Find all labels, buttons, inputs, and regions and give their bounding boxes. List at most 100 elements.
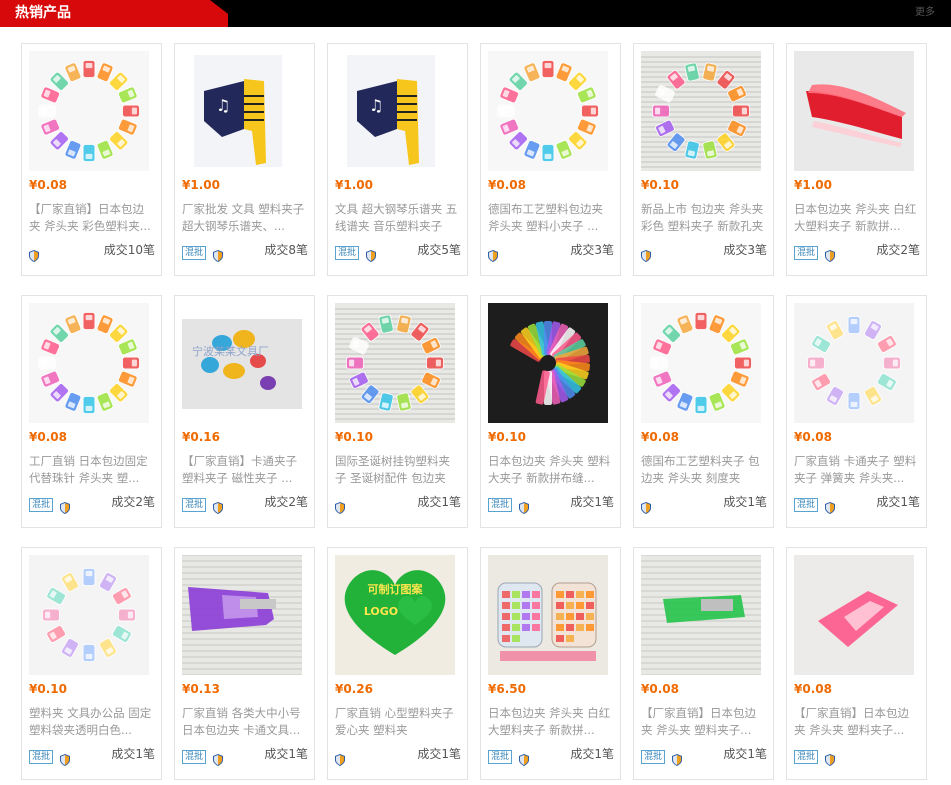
product-title-link[interactable]: 日本包边夹 斧头夹 塑料大夹子 新款拼布缝...: [488, 453, 614, 487]
product-meta: 混批 成交1笔: [29, 746, 155, 766]
product-title-link[interactable]: 日本包边夹 斧头夹 白红大塑料夹子 新款拼...: [488, 705, 614, 739]
product-title-link[interactable]: 文具 超大钢琴乐谱夹 五线谱夹 音乐塑料夹子: [335, 201, 461, 235]
product-card[interactable]: ♫ ¥1.00 文具 超大钢琴乐谱夹 五线谱夹 音乐塑料夹子 混批 成交5笔: [327, 43, 468, 276]
product-meta: 混批 成交2笔: [182, 494, 308, 514]
product-card[interactable]: ¥0.08 厂家直销 卡通夹子 塑料夹子 弹簧夹 斧头夹... 混批 成交1笔: [786, 295, 927, 528]
product-title-link[interactable]: 【厂家直销】卡通夹子 塑料夹子 磁性夹子 ...: [182, 453, 308, 487]
product-price: ¥0.08: [794, 430, 832, 444]
product-image[interactable]: [641, 51, 761, 171]
product-card[interactable]: ¥0.10 塑料夹 文具办公品 固定塑料袋夹透明白色... 混批 成交1笔: [21, 547, 162, 780]
mixed-batch-badge: 混批: [794, 245, 819, 260]
product-image[interactable]: 可制订图案 LOGO: [335, 555, 455, 675]
product-image[interactable]: [335, 303, 455, 423]
product-card[interactable]: ¥0.10 日本包边夹 斧头夹 塑料大夹子 新款拼布缝... 混批 成交1笔: [480, 295, 621, 528]
product-title-link[interactable]: 【厂家直销】日本包边夹 斧头夹 塑料夹子...: [794, 705, 920, 739]
product-card[interactable]: 可制订图案 LOGO ¥0.26 厂家直销 心型塑料夹子 爱心夹 塑料夹 成交1…: [327, 547, 468, 780]
product-card[interactable]: ¥0.13 厂家直销 各类大中小号日本包边夹 卡通文具... 混批 成交1笔: [174, 547, 315, 780]
section-title: 热销产品: [15, 5, 71, 21]
product-title-link[interactable]: 【厂家直销】日本包边夹 斧头夹 塑料夹子...: [641, 705, 767, 739]
product-meta: 成交3笔: [488, 242, 614, 262]
product-image[interactable]: ♫: [335, 51, 455, 171]
sold-count: 成交10笔: [103, 243, 155, 257]
product-meta: 成交1笔: [641, 494, 767, 514]
product-price: ¥0.13: [182, 682, 220, 696]
product-card[interactable]: ¥0.08 【厂家直销】日本包边夹 斧头夹 彩色塑料夹... 成交10笔: [21, 43, 162, 276]
product-image[interactable]: [794, 303, 914, 423]
product-card[interactable]: ¥0.08 德国布工艺塑料包边夹 斧头夹 塑料小夹子 ... 成交3笔: [480, 43, 621, 276]
product-card[interactable]: ¥0.10 国际圣诞树挂钩塑料夹子 圣诞树配件 包边夹 成交1笔: [327, 295, 468, 528]
shield-icon: [29, 247, 39, 262]
product-card[interactable]: ¥0.08 工厂直销 日本包边固定代替珠针 斧头夹 塑... 混批 成交2笔: [21, 295, 162, 528]
shield-icon: [60, 499, 71, 514]
product-title-link[interactable]: 【厂家直销】日本包边夹 斧头夹 彩色塑料夹...: [29, 201, 155, 235]
shield-icon: [213, 247, 224, 262]
watermark-text: 宁波某某文具厂: [192, 344, 269, 358]
product-image[interactable]: ♫: [182, 51, 302, 171]
product-title-link[interactable]: 塑料夹 文具办公品 固定塑料袋夹透明白色...: [29, 705, 155, 739]
product-title-link[interactable]: 厂家直销 各类大中小号日本包边夹 卡通文具...: [182, 705, 308, 739]
shield-icon: [672, 751, 683, 766]
product-image[interactable]: [794, 555, 914, 675]
sold-count: 成交1笔: [570, 747, 614, 761]
product-title-link[interactable]: 厂家直销 卡通夹子 塑料夹子 弹簧夹 斧头夹...: [794, 453, 920, 487]
product-card[interactable]: ¥0.10 新品上市 包边夹 斧头夹 彩色 塑料夹子 新款孔夹 成交3笔: [633, 43, 774, 276]
product-card[interactable]: 宁波某某文具厂 ¥0.16 【厂家直销】卡通夹子 塑料夹子 磁性夹子 ... 混…: [174, 295, 315, 528]
product-title-link[interactable]: 德国布工艺塑料包边夹 斧头夹 塑料小夹子 ...: [488, 201, 614, 235]
product-meta: 混批: [794, 746, 920, 766]
product-price: ¥0.08: [794, 682, 832, 696]
product-image[interactable]: 宁波某某文具厂: [182, 303, 302, 423]
product-meta: 混批 成交5笔: [335, 242, 461, 262]
mixed-batch-badge: 混批: [182, 245, 207, 260]
svg-text:♫: ♫: [216, 96, 230, 115]
mixed-batch-badge: 混批: [488, 749, 513, 764]
product-title-link[interactable]: 日本包边夹 斧头夹 白红大塑料夹子 新款拼...: [794, 201, 920, 235]
product-image[interactable]: [182, 555, 302, 675]
product-image[interactable]: [488, 303, 608, 423]
product-price: ¥0.08: [29, 178, 67, 192]
sold-count: 成交1笔: [111, 747, 155, 761]
svg-text:♫: ♫: [369, 96, 383, 115]
product-image[interactable]: [641, 303, 761, 423]
sold-count: 成交3笔: [570, 243, 614, 257]
sold-count: 成交1笔: [723, 747, 767, 761]
product-image[interactable]: [794, 51, 914, 171]
product-price: ¥0.08: [641, 682, 679, 696]
product-card[interactable]: ¥0.08 德国布工艺塑料夹子 包边夹 斧头夹 刻度夹 成交1笔: [633, 295, 774, 528]
product-image[interactable]: [488, 555, 608, 675]
product-title-link[interactable]: 德国布工艺塑料夹子 包边夹 斧头夹 刻度夹: [641, 453, 767, 487]
product-title-link[interactable]: 厂家直销 心型塑料夹子 爱心夹 塑料夹: [335, 705, 461, 739]
product-image[interactable]: [29, 51, 149, 171]
sold-count: 成交2笔: [264, 495, 308, 509]
product-card[interactable]: ¥6.50 日本包边夹 斧头夹 白红大塑料夹子 新款拼... 混批 成交1笔: [480, 547, 621, 780]
product-meta: 混批 成交1笔: [182, 746, 308, 766]
product-price: ¥1.00: [794, 178, 832, 192]
product-title-link[interactable]: 厂家批发 文具 塑料夹子 超大钢琴乐谱夹、...: [182, 201, 308, 235]
shield-icon: [825, 499, 836, 514]
sold-count: 成交2笔: [876, 243, 920, 257]
product-image[interactable]: [488, 51, 608, 171]
product-title-link[interactable]: 国际圣诞树挂钩塑料夹子 圣诞树配件 包边夹: [335, 453, 461, 487]
product-title-link[interactable]: 工厂直销 日本包边固定代替珠针 斧头夹 塑...: [29, 453, 155, 487]
product-meta: 混批 成交1笔: [488, 494, 614, 514]
product-image[interactable]: [29, 555, 149, 675]
product-image[interactable]: [641, 555, 761, 675]
shield-icon: [213, 499, 224, 514]
sold-count: 成交1笔: [570, 495, 614, 509]
product-title-link[interactable]: 新品上市 包边夹 斧头夹 彩色 塑料夹子 新款孔夹: [641, 201, 767, 235]
product-card[interactable]: ¥0.08 【厂家直销】日本包边夹 斧头夹 塑料夹子... 混批 成交1笔: [633, 547, 774, 780]
more-link[interactable]: 更多: [915, 7, 935, 19]
product-price: ¥0.08: [488, 178, 526, 192]
product-meta: 混批 成交1笔: [794, 494, 920, 514]
sold-count: 成交8笔: [264, 243, 308, 257]
mixed-batch-badge: 混批: [182, 749, 207, 764]
shield-icon: [641, 499, 651, 514]
product-card[interactable]: ¥1.00 日本包边夹 斧头夹 白红大塑料夹子 新款拼... 混批 成交2笔: [786, 43, 927, 276]
product-image[interactable]: [29, 303, 149, 423]
product-price: ¥0.10: [488, 430, 526, 444]
product-card[interactable]: ¥0.08 【厂家直销】日本包边夹 斧头夹 塑料夹子... 混批: [786, 547, 927, 780]
sold-count: 成交3笔: [723, 243, 767, 257]
product-meta: 混批 成交1笔: [488, 746, 614, 766]
product-card[interactable]: ♫ ¥1.00 厂家批发 文具 塑料夹子 超大钢琴乐谱夹、... 混批 成交8笔: [174, 43, 315, 276]
product-price: ¥6.50: [488, 682, 526, 696]
product-meta: 混批 成交2笔: [794, 242, 920, 262]
